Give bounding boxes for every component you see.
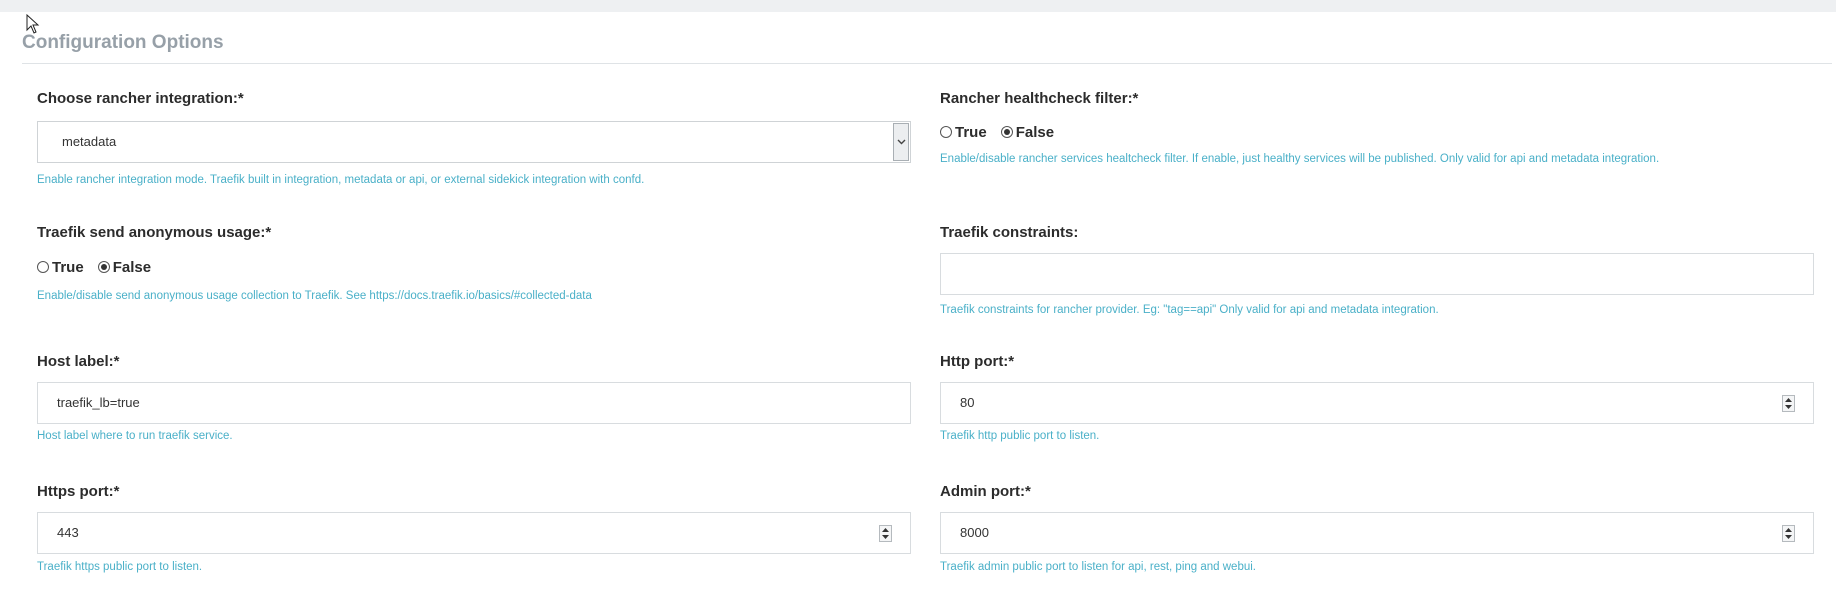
host-label-input[interactable]: traefik_lb=true <box>37 382 911 424</box>
http-port-value: 80 <box>960 395 975 410</box>
https-port-input[interactable]: 443 <box>37 512 911 554</box>
anonymous-usage-false-radio[interactable]: False <box>97 259 151 276</box>
rancher-integration-field: Choose rancher integration:* metadata En… <box>37 89 911 186</box>
healthcheck-filter-label: Rancher healthcheck filter:* <box>940 90 1139 107</box>
host-label-value: traefik_lb=true <box>57 395 140 410</box>
top-bar <box>0 0 1836 12</box>
radio-unchecked-icon[interactable] <box>940 126 952 138</box>
constraints-input[interactable] <box>940 253 1814 295</box>
https-port-value: 443 <box>57 525 79 540</box>
anonymous-usage-radio-group: True False <box>37 256 911 278</box>
radio-checked-icon[interactable] <box>97 261 110 273</box>
http-port-label: Http port:* <box>940 353 1015 370</box>
anonymous-usage-help: Enable/disable send anonymous usage coll… <box>37 290 592 302</box>
admin-port-field: Admin port:* 8000 Traefik admin public p… <box>940 482 1814 573</box>
rancher-integration-value: metadata <box>62 134 117 149</box>
healthcheck-filter-field: Rancher healthcheck filter:* True False … <box>940 89 1814 165</box>
constraints-field: Traefik constraints: Traefik constraints… <box>940 223 1814 316</box>
https-port-label: Https port:* <box>37 483 120 500</box>
http-port-input[interactable]: 80 <box>940 382 1814 424</box>
radio-unchecked-icon[interactable] <box>37 261 49 273</box>
anonymous-usage-field: Traefik send anonymous usage:* True Fals… <box>37 223 911 302</box>
http-port-field: Http port:* 80 Traefik http public port … <box>940 352 1814 442</box>
anonymous-usage-true-radio[interactable]: True <box>37 259 84 276</box>
anonymous-usage-label: Traefik send anonymous usage:* <box>37 224 272 241</box>
admin-port-help: Traefik admin public port to listen for … <box>940 561 1256 573</box>
host-label-field: Host label:* traefik_lb=true Host label … <box>37 352 911 442</box>
number-spinner-icon[interactable] <box>879 525 892 542</box>
rancher-integration-help: Enable rancher integration mode. Traefik… <box>37 174 645 186</box>
host-label-label: Host label:* <box>37 353 120 370</box>
constraints-help: Traefik constraints for rancher provider… <box>940 304 1439 316</box>
section-title: Configuration Options <box>22 32 224 53</box>
radio-checked-icon[interactable] <box>1000 126 1013 138</box>
host-label-help: Host label where to run traefik service. <box>37 430 233 442</box>
http-port-help: Traefik http public port to listen. <box>940 430 1100 442</box>
healthcheck-filter-false-radio[interactable]: False <box>1000 124 1054 141</box>
admin-port-input[interactable]: 8000 <box>940 512 1814 554</box>
number-spinner-icon[interactable] <box>1782 395 1795 412</box>
healthcheck-filter-true-radio[interactable]: True <box>940 124 987 141</box>
admin-port-label: Admin port:* <box>940 483 1031 500</box>
number-spinner-icon[interactable] <box>1782 525 1795 542</box>
admin-port-value: 8000 <box>960 525 989 540</box>
chevron-down-icon[interactable] <box>893 123 909 161</box>
rancher-integration-label: Choose rancher integration:* <box>37 90 244 107</box>
healthcheck-filter-radio-group: True False <box>940 121 1814 143</box>
https-port-field: Https port:* 443 Traefik https public po… <box>37 482 911 573</box>
https-port-help: Traefik https public port to listen. <box>37 561 203 573</box>
section-divider <box>22 63 1832 64</box>
mouse-cursor-icon <box>26 14 40 34</box>
constraints-label: Traefik constraints: <box>940 224 1079 241</box>
healthcheck-filter-help: Enable/disable rancher services healtche… <box>940 153 1660 165</box>
rancher-integration-select[interactable]: metadata <box>37 121 911 163</box>
